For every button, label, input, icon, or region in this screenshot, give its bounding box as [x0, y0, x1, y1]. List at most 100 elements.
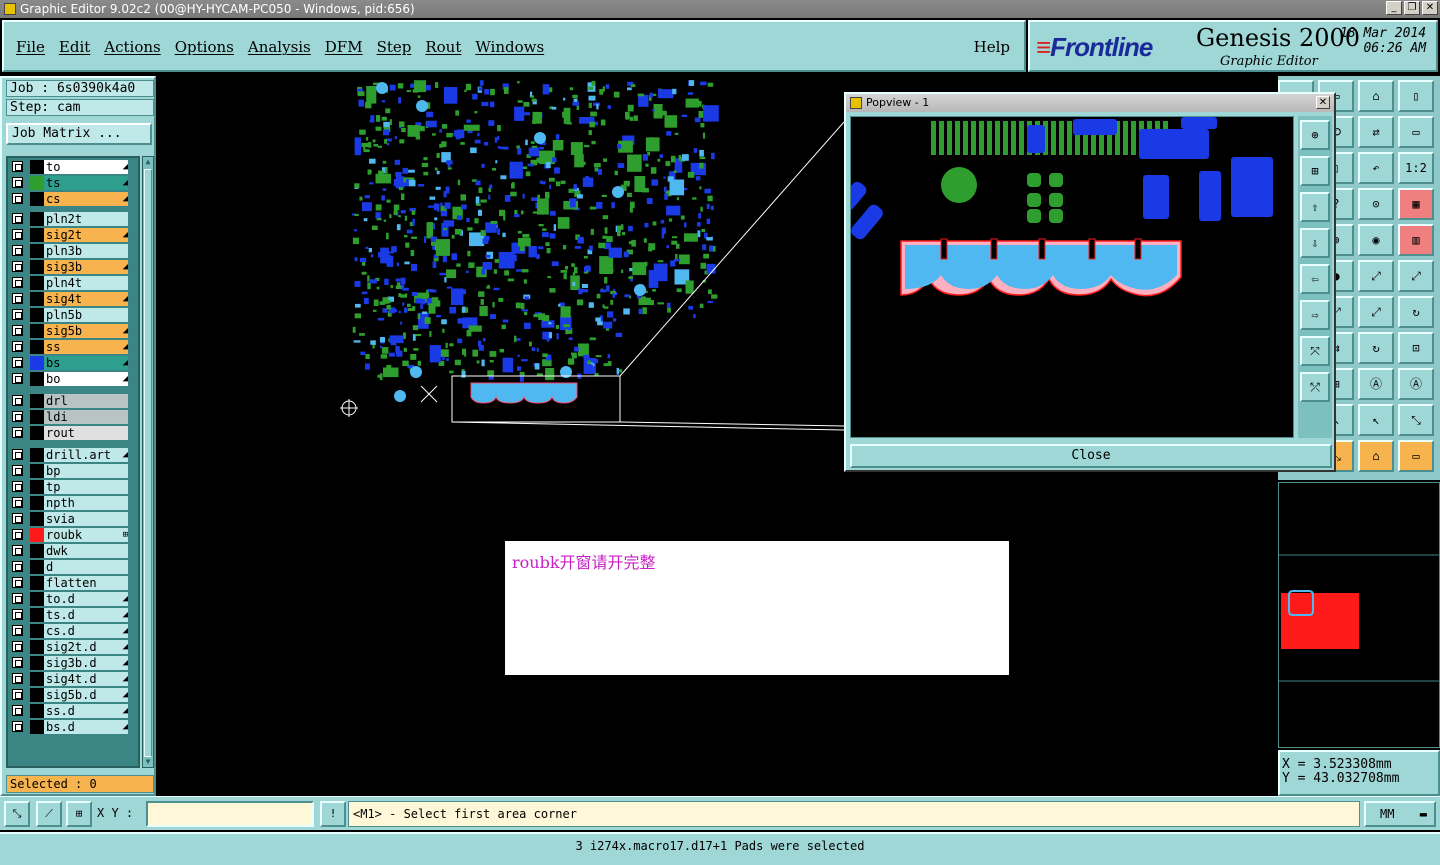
layer-checkbox[interactable]	[12, 641, 23, 652]
layer-row-cs-d[interactable]: cs.d ◢	[10, 624, 138, 638]
layer-name[interactable]: bs	[44, 356, 128, 370]
resize-icon[interactable]: ⤡	[1398, 404, 1434, 436]
move-icon[interactable]: ⤢	[1358, 260, 1394, 292]
minimize-button[interactable]: _	[1386, 1, 1402, 15]
scroll-down-icon[interactable]: ▼	[143, 757, 153, 767]
line-red-icon[interactable]: ⤢	[1358, 296, 1394, 328]
layer-checkbox[interactable]	[12, 577, 23, 588]
job-matrix-button[interactable]: Job Matrix ...	[6, 123, 152, 145]
layer-name[interactable]: to.d	[44, 592, 128, 606]
layer-name[interactable]: ss.d	[44, 704, 128, 718]
menu-actions[interactable]: Actions	[104, 38, 160, 56]
layer-name[interactable]: sig4t	[44, 292, 128, 306]
alert-icon[interactable]: !	[320, 801, 346, 827]
panel-icon[interactable]: ▭	[1398, 440, 1434, 472]
layer-name[interactable]: bp	[44, 464, 128, 478]
undo-icon[interactable]: ↶	[1358, 152, 1394, 184]
layer-row-drl[interactable]: drl	[10, 394, 138, 408]
layer-name[interactable]: sig3b.d	[44, 656, 128, 670]
fit-icon[interactable]: ⇪	[1300, 192, 1330, 222]
layer-row-pln4t[interactable]: pln4t	[10, 276, 138, 290]
strip-icon[interactable]: ▥	[1398, 224, 1434, 256]
layer-name[interactable]: bs.d	[44, 720, 128, 734]
layer-row-pln5b[interactable]: pln5b	[10, 308, 138, 322]
layer-checkbox[interactable]	[12, 673, 23, 684]
layer-row-sig5b[interactable]: sig5b ◢	[10, 324, 138, 338]
layer-checkbox[interactable]	[12, 497, 23, 508]
layer-name[interactable]: sig2t	[44, 228, 128, 242]
popview-close-button[interactable]: Close	[850, 444, 1332, 468]
layer-name[interactable]: sig2t.d	[44, 640, 128, 654]
layer-name[interactable]: sig3b	[44, 260, 128, 274]
move-red-icon[interactable]: ⤢	[1398, 260, 1434, 292]
layer-name[interactable]: d	[44, 560, 128, 574]
layer-checkbox[interactable]	[12, 609, 23, 620]
arc-icon[interactable]: Ⓐ	[1358, 368, 1394, 400]
menu-step[interactable]: Step	[377, 38, 412, 56]
layer-row-pln2t[interactable]: pln2t	[10, 212, 138, 226]
layer-name[interactable]: flatten	[44, 576, 128, 590]
menu-edit[interactable]: Edit	[59, 38, 90, 56]
layer-row-ldi[interactable]: ldi	[10, 410, 138, 424]
layer-row-svia[interactable]: svia	[10, 512, 138, 526]
record-icon[interactable]: ◉	[1358, 224, 1394, 256]
layer-checkbox[interactable]	[12, 213, 23, 224]
layer-name[interactable]: pln2t	[44, 212, 128, 226]
layer-name[interactable]: npth	[44, 496, 128, 510]
layer-name[interactable]: ss	[44, 340, 128, 354]
layer-row-dwk[interactable]: dwk	[10, 544, 138, 558]
cycle-icon[interactable]: ↻	[1358, 332, 1394, 364]
layer-row-to[interactable]: to ◢	[10, 160, 138, 174]
menu-file[interactable]: File	[16, 38, 45, 56]
menu-windows[interactable]: Windows	[475, 38, 544, 56]
layer-name[interactable]: svia	[44, 512, 128, 526]
layer-row-pln3b[interactable]: pln3b	[10, 244, 138, 258]
popview-canvas[interactable]	[839, 116, 1294, 438]
layer-row-bs[interactable]: bs ◢	[10, 356, 138, 370]
home-icon[interactable]: ⌂	[1358, 440, 1394, 472]
layer-name[interactable]: pln5b	[44, 308, 128, 322]
layer-row-bs-d[interactable]: bs.d ◢	[10, 720, 138, 734]
layer-name[interactable]: pln3b	[44, 244, 128, 258]
scrollbar-thumb[interactable]	[144, 169, 152, 757]
layer-name[interactable]: pln4t	[44, 276, 128, 290]
layer-name[interactable]: dwk	[44, 544, 128, 558]
ratio-icon[interactable]: 1:2	[1398, 152, 1434, 184]
fit-page-icon[interactable]: ⇦	[1300, 264, 1330, 294]
measure-icon[interactable]: ⟋	[36, 801, 62, 827]
layer-checkbox[interactable]	[12, 427, 23, 438]
layer-checkbox[interactable]	[12, 341, 23, 352]
menu-analysis[interactable]: Analysis	[248, 38, 311, 56]
snap-icon[interactable]: ⊙	[1358, 188, 1394, 220]
layer-checkbox[interactable]	[12, 625, 23, 636]
layer-name[interactable]: sig5b.d	[44, 688, 128, 702]
swap-icon[interactable]: ⇄	[1358, 116, 1394, 148]
scroll-up-icon[interactable]: ▲	[143, 157, 153, 167]
layer-checkbox[interactable]	[12, 529, 23, 540]
layer-name[interactable]: to	[44, 160, 128, 174]
layer-checkbox[interactable]	[12, 193, 23, 204]
fullscreen-icon[interactable]: ⤱	[1300, 372, 1330, 402]
layer-checkbox[interactable]	[12, 561, 23, 572]
layer-row-sig2t-d[interactable]: sig2t.d ◢	[10, 640, 138, 654]
layer-name[interactable]: bo	[44, 372, 128, 386]
layer-name[interactable]: cs.d	[44, 624, 128, 638]
layer-row-sig3b[interactable]: sig3b ◢	[10, 260, 138, 274]
layer-name[interactable]: drill.art	[44, 448, 128, 462]
zoom-in-icon[interactable]: ⊕	[1300, 120, 1330, 150]
layer-row-sig5b-d[interactable]: sig5b.d ◢	[10, 688, 138, 702]
layer-name[interactable]: tp	[44, 480, 128, 494]
pan-icon[interactable]: ⇩	[1300, 228, 1330, 258]
layer-row-sig4t[interactable]: sig4t ◢	[10, 292, 138, 306]
house-icon[interactable]: ⌂	[1358, 80, 1394, 112]
export-icon[interactable]: ⇨	[1300, 300, 1330, 330]
layer-row-bo[interactable]: bo ◢	[10, 372, 138, 386]
layer-checkbox[interactable]	[12, 689, 23, 700]
layer-checkbox[interactable]	[12, 481, 23, 492]
selected-pad-small[interactable]	[470, 382, 578, 404]
menu-dfm[interactable]: DFM	[325, 38, 363, 56]
layer-name[interactable]: drl	[44, 394, 128, 408]
layer-row-rout[interactable]: rout	[10, 426, 138, 440]
layer-row-ts-d[interactable]: ts.d ◢	[10, 608, 138, 622]
maximize-button[interactable]: ❐	[1404, 1, 1420, 15]
